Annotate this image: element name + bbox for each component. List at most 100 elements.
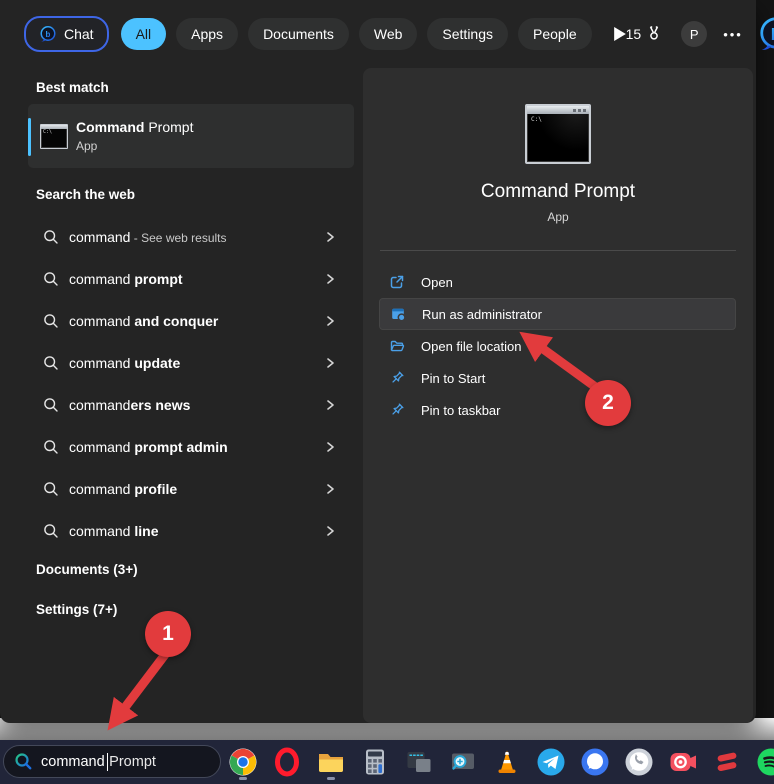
suggestion-text: command update — [69, 355, 324, 371]
command-prompt-icon-large: C:\ — [525, 104, 591, 164]
user-avatar[interactable]: P — [681, 21, 707, 47]
settings-header[interactable]: Settings (7+) — [36, 602, 117, 617]
tab-chat[interactable]: b Chat — [24, 16, 109, 52]
filter-bar: b Chat All Apps Documents Web Settings P… — [0, 0, 756, 68]
play-icon — [614, 27, 626, 41]
web-suggestion-row[interactable]: command profile — [28, 468, 354, 510]
best-match-result[interactable]: C:\ Command Prompt App — [28, 104, 354, 168]
action-run-as-administrator[interactable]: Run as administrator — [379, 298, 736, 330]
search-icon — [43, 523, 59, 539]
best-match-header: Best match — [36, 80, 109, 95]
taskbar-icon-row — [228, 747, 774, 777]
chrome-icon[interactable] — [228, 747, 258, 777]
rewards-points: 15 — [626, 26, 642, 42]
suggestion-text: command - See web results — [69, 229, 324, 245]
web-suggestion-row[interactable]: command - See web results — [28, 216, 354, 258]
chevron-right-icon — [324, 483, 336, 495]
spotify-icon[interactable] — [756, 747, 774, 777]
web-suggestion-row[interactable]: command update — [28, 342, 354, 384]
more-options-icon[interactable]: ••• — [723, 27, 743, 42]
web-suggestion-row[interactable]: command prompt — [28, 258, 354, 300]
chevron-right-icon — [324, 273, 336, 285]
chevron-right-icon — [324, 357, 336, 369]
text-cursor — [107, 753, 109, 771]
suggestion-text: commanders news — [69, 397, 324, 413]
suggestion-text: command line — [69, 523, 324, 539]
web-suggestion-row[interactable]: command prompt admin — [28, 426, 354, 468]
web-suggestion-list: command - See web results command prompt… — [28, 216, 354, 552]
more-filters-arrow[interactable] — [614, 21, 626, 47]
search-web-header: Search the web — [36, 187, 135, 202]
search-icon — [43, 481, 59, 497]
tab-documents[interactable]: Documents — [248, 18, 349, 50]
action-pin-to-taskbar[interactable]: Pin to taskbar — [379, 394, 736, 426]
tab-settings[interactable]: Settings — [427, 18, 508, 50]
rewards-medal-icon — [645, 25, 663, 43]
search-icon — [43, 439, 59, 455]
suggestion-text: command profile — [69, 481, 324, 497]
touch-keyboard-icon[interactable] — [404, 747, 434, 777]
suggestion-text: command and conquer — [69, 313, 324, 329]
search-icon — [43, 313, 59, 329]
action-pin-to-start[interactable]: Pin to Start — [379, 362, 736, 394]
best-match-title: Command Prompt — [76, 119, 193, 135]
svg-text:b: b — [771, 25, 774, 44]
signal-icon[interactable] — [580, 747, 610, 777]
action-list: Open Run as administrator Open file loca… — [379, 266, 736, 426]
search-typed-text: command — [41, 754, 105, 770]
search-icon — [43, 229, 59, 245]
chevron-right-icon — [324, 441, 336, 453]
running-indicator-chrome — [239, 777, 247, 780]
bing-logo[interactable]: b — [757, 15, 774, 53]
action-open-file-location[interactable]: Open file location — [379, 330, 736, 362]
suggestion-text: command prompt — [69, 271, 324, 287]
detail-title: Command Prompt — [363, 181, 753, 203]
search-inline-suggestion: Prompt — [109, 754, 156, 770]
web-suggestion-row[interactable]: command and conquer — [28, 300, 354, 342]
tab-web[interactable]: Web — [359, 18, 418, 50]
action-open[interactable]: Open — [379, 266, 736, 298]
tab-people[interactable]: People — [518, 18, 592, 50]
search-icon — [43, 271, 59, 287]
screen-recorder-icon[interactable] — [668, 747, 698, 777]
divider — [380, 250, 736, 251]
taskbar-search-input[interactable]: command Prompt — [3, 745, 221, 778]
search-icon — [43, 397, 59, 413]
detail-pane: C:\ Command Prompt App Open Run as admin… — [363, 68, 753, 723]
web-suggestion-row[interactable]: command line — [28, 510, 354, 552]
whatsapp-icon[interactable] — [624, 747, 654, 777]
media-app-icon[interactable] — [712, 747, 742, 777]
windows-search-icon — [14, 752, 33, 771]
topbar-right: 15 P ••• b — [626, 15, 774, 53]
search-icon — [43, 355, 59, 371]
tab-chat-label: Chat — [64, 26, 94, 42]
chevron-right-icon — [324, 315, 336, 327]
annotation-step-2: 2 — [585, 380, 631, 426]
selection-accent-bar — [28, 118, 31, 156]
vlc-icon[interactable] — [492, 747, 522, 777]
tab-apps[interactable]: Apps — [176, 18, 238, 50]
magnifier-app-icon[interactable] — [448, 747, 478, 777]
chevron-right-icon — [324, 231, 336, 243]
telegram-icon[interactable] — [536, 747, 566, 777]
documents-header[interactable]: Documents (3+) — [36, 562, 138, 577]
pin-icon — [389, 402, 405, 418]
suggestion-text: command prompt admin — [69, 439, 324, 455]
command-prompt-icon: C:\ — [40, 124, 68, 149]
annotation-step-1: 1 — [145, 611, 191, 657]
search-flyout: b Chat All Apps Documents Web Settings P… — [0, 0, 756, 723]
file-explorer-icon[interactable] — [316, 747, 346, 777]
calculator-icon[interactable] — [360, 747, 390, 777]
folder-icon — [389, 338, 405, 354]
rewards-counter[interactable]: 15 — [626, 25, 664, 43]
best-match-subtitle: App — [76, 139, 193, 153]
svg-text:b: b — [46, 30, 51, 39]
web-suggestion-row[interactable]: commanders news — [28, 384, 354, 426]
run-admin-icon — [390, 306, 406, 322]
detail-subtitle: App — [363, 210, 753, 224]
running-indicator-explorer — [327, 777, 335, 780]
tab-all[interactable]: All — [121, 18, 167, 50]
pin-icon — [389, 370, 405, 386]
chevron-right-icon — [324, 399, 336, 411]
opera-icon[interactable] — [272, 747, 302, 777]
